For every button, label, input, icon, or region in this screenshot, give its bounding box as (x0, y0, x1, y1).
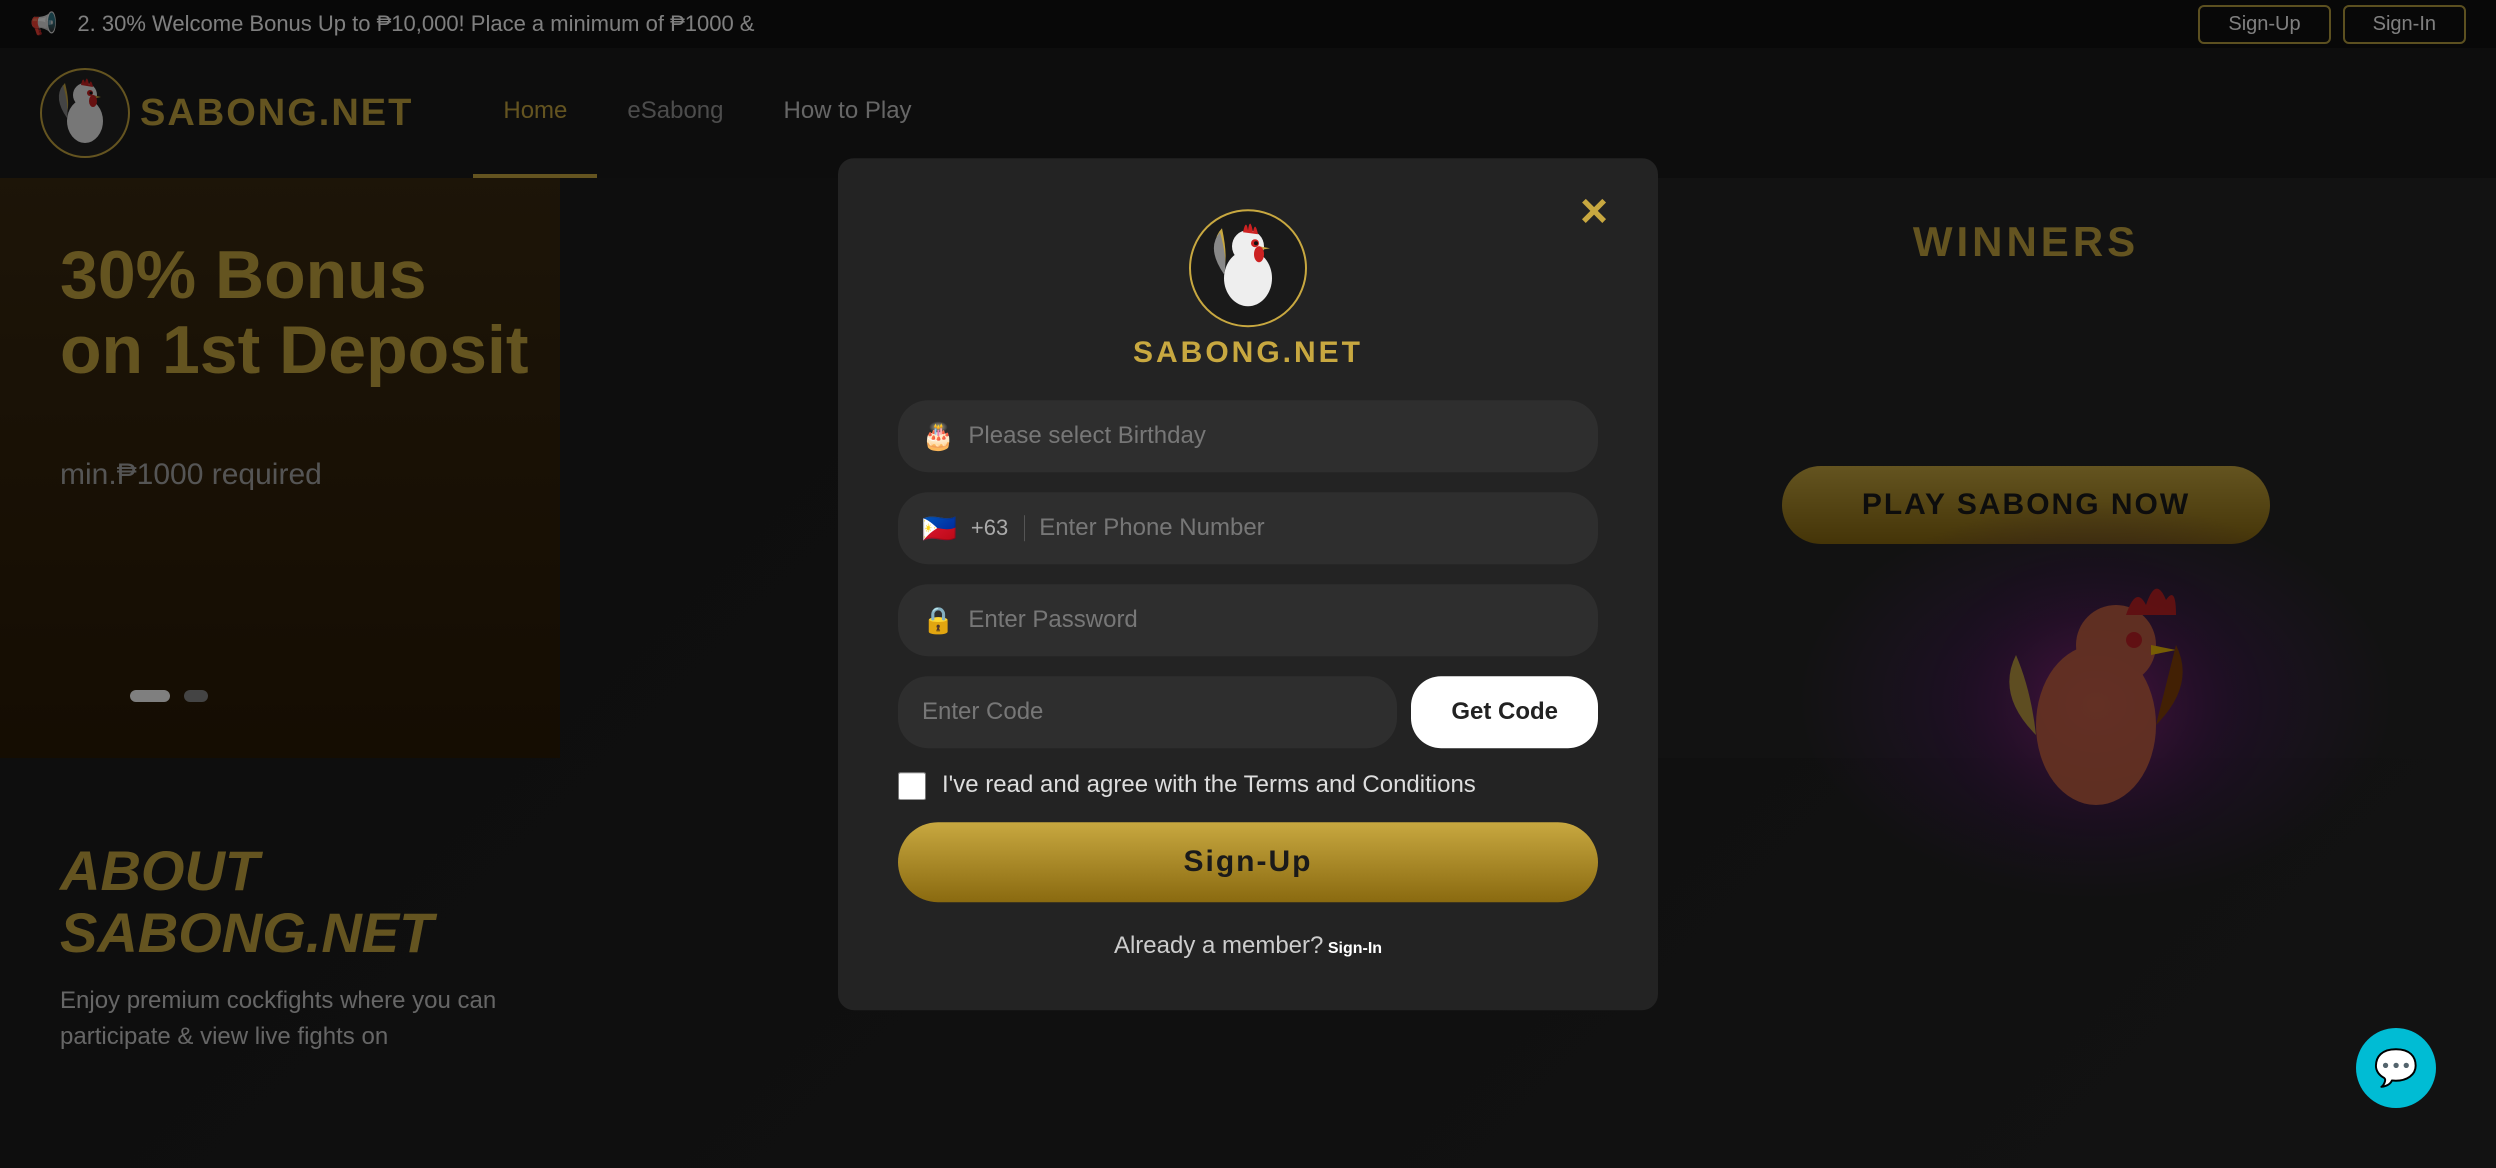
modal-logo-icon (1188, 208, 1308, 328)
already-member-text: Already a member? (1114, 932, 1323, 959)
code-input[interactable] (898, 676, 1397, 748)
terms-checkbox[interactable] (898, 772, 926, 800)
chat-icon: 💬 (2374, 1047, 2419, 1089)
birthday-input[interactable] (968, 422, 1574, 450)
terms-row: I've read and agree with the Terms and C… (898, 768, 1598, 802)
code-row: Get Code (898, 676, 1598, 748)
modal-signin-link[interactable]: Sign-In (1328, 940, 1382, 957)
birthday-icon: 🎂 (922, 421, 954, 452)
phone-flag-icon: 🇵🇭 (922, 512, 957, 545)
chat-button[interactable]: 💬 (2356, 1028, 2436, 1108)
modal-logo: SABONG.NET (1133, 208, 1363, 370)
phone-code: +63 (971, 515, 1025, 541)
birthday-field[interactable]: 🎂 (898, 400, 1598, 472)
modal-close-button[interactable]: × (1580, 188, 1608, 236)
password-icon: 🔒 (922, 605, 954, 636)
modal-logo-text: SABONG.NET (1133, 336, 1363, 370)
password-field[interactable]: 🔒 (898, 584, 1598, 656)
password-input[interactable] (968, 606, 1574, 634)
terms-text: I've read and agree with the Terms and C… (942, 768, 1476, 802)
get-code-button[interactable]: Get Code (1411, 676, 1598, 748)
phone-field[interactable]: 🇵🇭 +63 (898, 492, 1598, 564)
modal-form: 🎂 🇵🇭 +63 🔒 Get Code I've read and agree … (898, 400, 1598, 960)
phone-input[interactable] (1039, 514, 1574, 542)
modal-signup-button[interactable]: Sign-Up (898, 822, 1598, 902)
signup-modal: × SABONG.NET 🎂 🇵🇭 (838, 158, 1658, 1010)
